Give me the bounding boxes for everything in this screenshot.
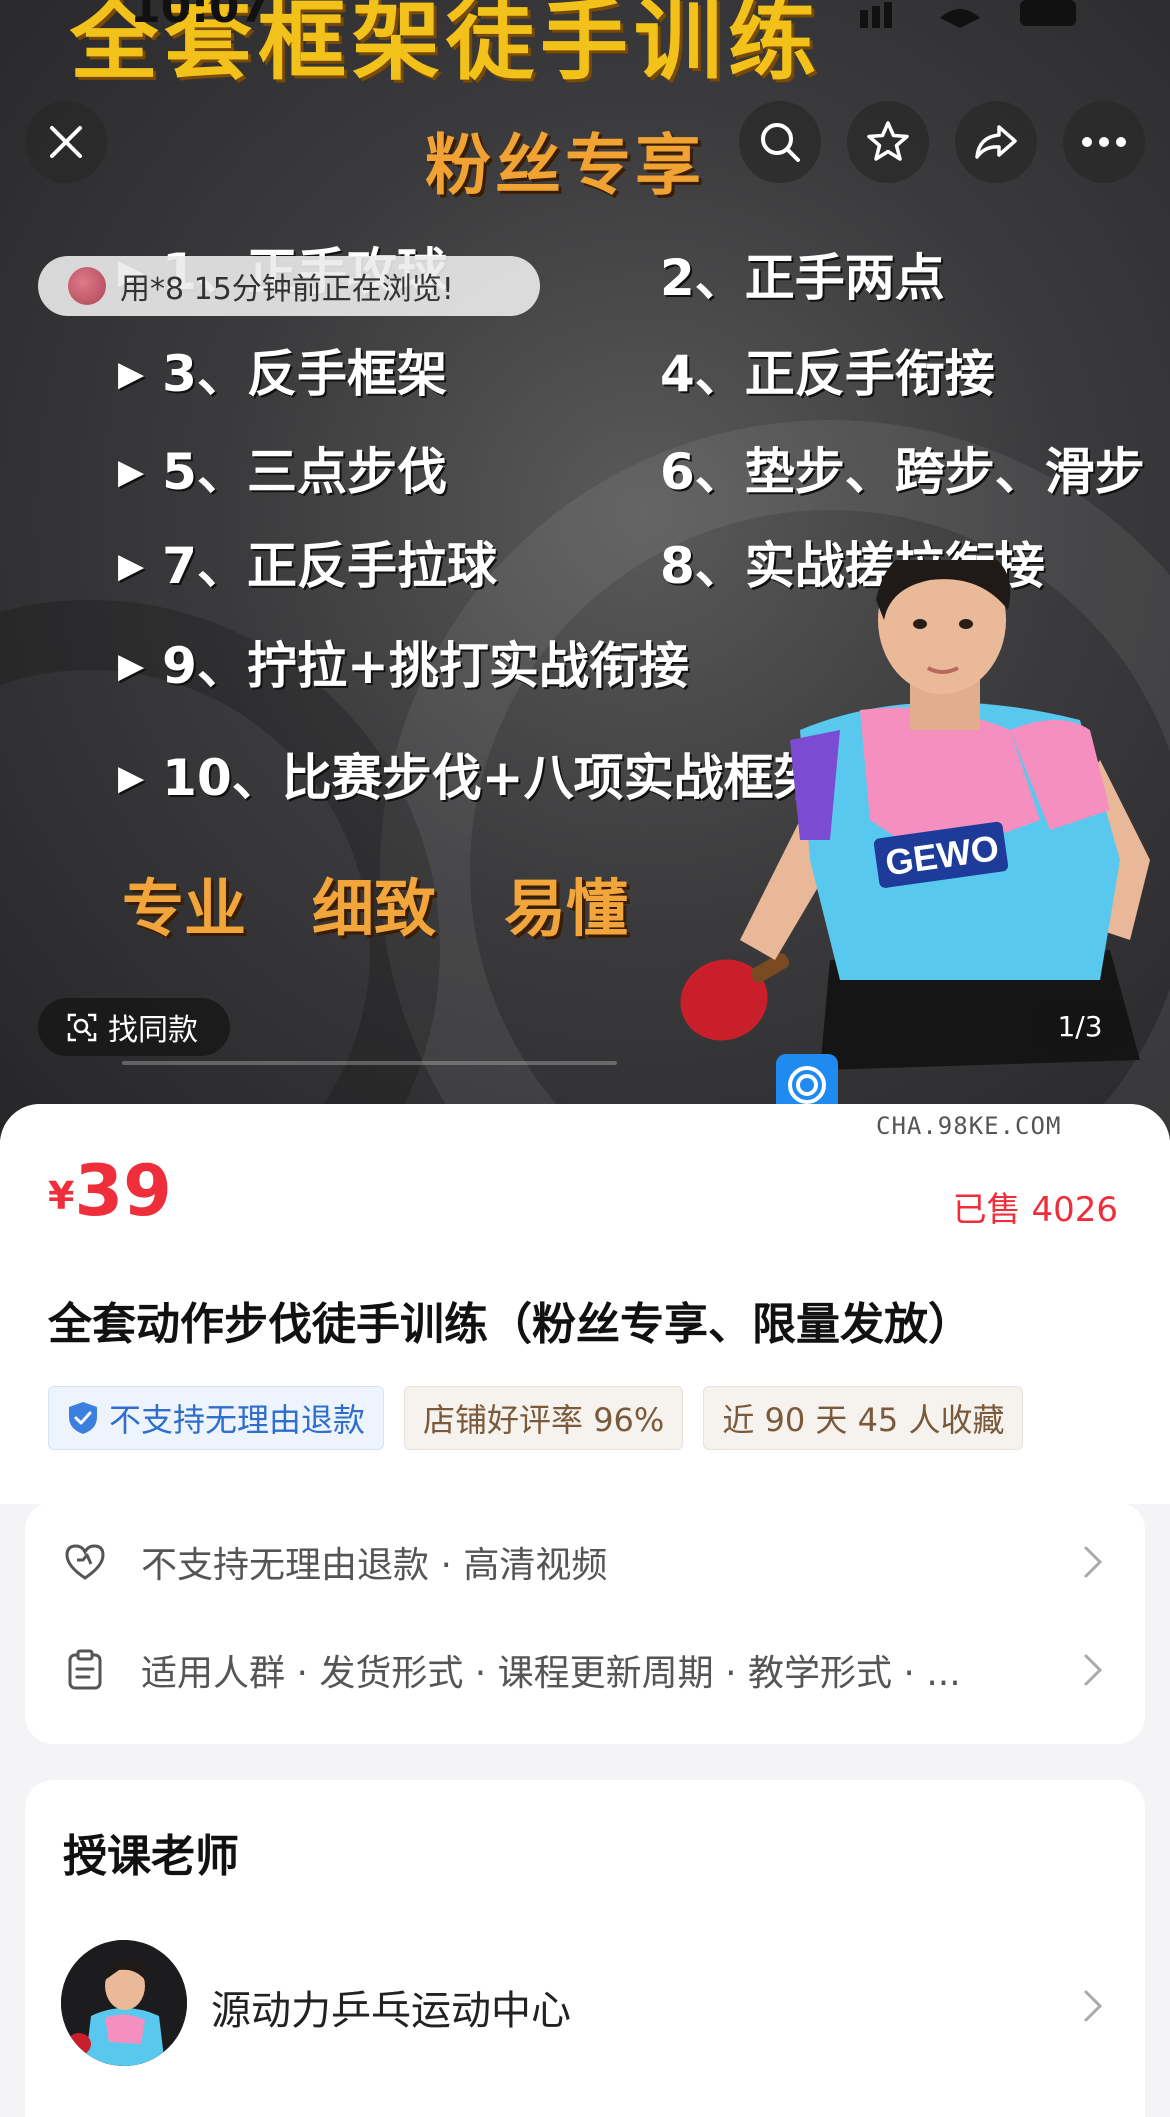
teacher-heading: 授课老师 [63,1831,239,1882]
search-icon [761,123,800,162]
status-time: 10:07 [130,0,271,33]
scan-search-icon [67,1013,97,1042]
service-row[interactable]: 不支持无理由退款 · 高清视频 [25,1512,1145,1612]
feature-label: 细致 [312,872,437,945]
topic-item: ▶ 9、拧拉+挑打实战衔接 [118,637,689,695]
more-button[interactable] [1063,101,1145,183]
product-details: ¥39 已售 4026 全套动作步伐徒手训练（粉丝专享、限量发放） 不支持无理由… [0,1104,1170,2117]
clipboard-icon [61,1649,109,1691]
topic-item: ▶ 3、反手框架 [118,345,447,403]
viewer-avatar [68,267,106,305]
topic-item: 4、正反手衔接 [660,345,995,403]
more-icon [1082,137,1126,147]
topic-item: 2、正手两点 [660,249,945,307]
close-icon [50,126,82,158]
topic-item: ▶ 5、三点步伐 [118,443,447,501]
viewing-toast: 用*8 15分钟前正在浏览! [38,256,540,316]
triangle-bullet-icon: ▶ [118,758,145,798]
triangle-bullet-icon: ▶ [118,546,145,586]
price-amount: 39 [74,1150,172,1232]
find-same-label: 找同款 [108,1013,198,1048]
sold-count: 已售 4026 [952,1190,1118,1230]
course-params-row[interactable]: 适用人群 · 发货形式 · 课程更新周期 · 教学形式 · ... [25,1620,1145,1720]
product-title: 全套动作步伐徒手训练（粉丝专享、限量发放） [48,1299,972,1350]
find-same-button[interactable]: 找同款 [38,998,230,1056]
favorite-button[interactable] [847,101,929,183]
page-indicator: 1/3 [1030,998,1130,1054]
wifi-icon [940,9,980,28]
chevron-right-icon [1084,1990,1103,2022]
topic-item: ▶ 7、正反手拉球 [118,537,497,595]
battery-icon [1020,0,1076,26]
triangle-bullet-icon: ▶ [118,646,145,686]
teacher-avatar[interactable] [61,1940,187,2066]
service-info-card: 不支持无理由退款 · 高清视频 适用人群 · 发货形式 · 课程更新周期 · 教… [25,1502,1145,1744]
currency-symbol: ¥ [48,1174,75,1218]
share-icon [975,125,1017,159]
product-tags: 不支持无理由退款 店铺好评率 96% 近 90 天 45 人收藏 [48,1386,1024,1450]
watermark-text: CHA.98KE.COM [876,1112,1062,1140]
feature-label: 易懂 [504,872,629,945]
share-button[interactable] [955,101,1037,183]
toast-text: 用*8 15分钟前正在浏览! [120,272,454,307]
topic-item: 6、垫步、跨步、滑步 [660,443,1145,501]
signal-icon [860,10,868,28]
course-params-text: 适用人群 · 发货形式 · 课程更新周期 · 教学形式 · ... [141,1653,961,1694]
teacher-card[interactable]: 授课老师 源动力乒乓运动中心 [25,1780,1145,2117]
carousel-scrollbar [122,1061,617,1065]
store-rating-tag[interactable]: 店铺好评率 96% [404,1386,684,1450]
price-section: ¥39 已售 4026 全套动作步伐徒手训练（粉丝专享、限量发放） 不支持无理由… [0,1104,1170,1504]
search-button[interactable] [739,101,821,183]
status-icons [860,0,1076,28]
feature-label: 专业 [122,872,247,945]
heart-shield-icon [61,1542,109,1582]
close-button[interactable] [25,101,107,183]
price: ¥39 [48,1150,172,1232]
hero-subtitle: 粉丝专享 [425,127,705,204]
triangle-bullet-icon: ▶ [118,452,145,492]
chevron-right-icon [1084,1546,1103,1578]
refund-tag[interactable]: 不支持无理由退款 [48,1386,385,1450]
product-image-carousel[interactable]: 全套框架徒手训练 粉丝专享 ▶1、正手攻球 2、正手两点 ▶3、反手框架 4、正… [0,0,1170,1140]
service-text: 不支持无理由退款 · 高清视频 [141,1545,608,1586]
chevron-right-icon [1084,1654,1103,1686]
shield-check-icon [69,1402,97,1434]
star-icon [867,121,909,161]
triangle-bullet-icon: ▶ [118,354,145,394]
favorites-count-tag[interactable]: 近 90 天 45 人收藏 [703,1386,1024,1450]
teacher-name: 源动力乒乓运动中心 [211,1988,571,2034]
